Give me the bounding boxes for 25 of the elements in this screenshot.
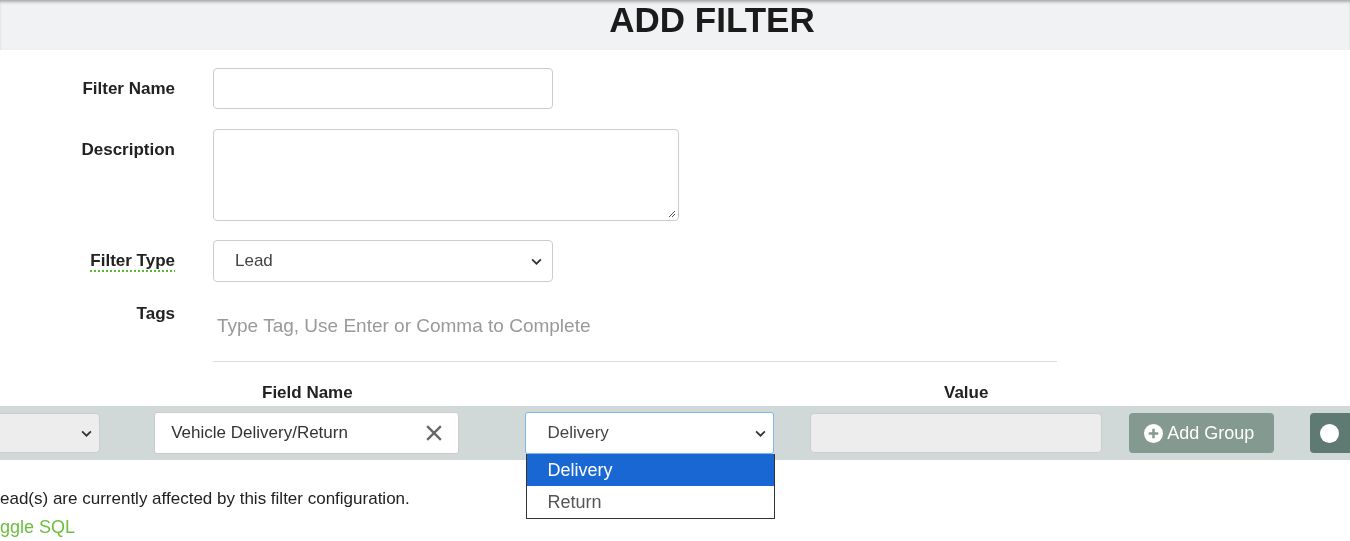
chevron-down-icon	[531, 257, 542, 265]
field-name-select[interactable]: Vehicle Delivery/Return	[154, 412, 460, 454]
column-header: Value	[944, 383, 989, 403]
dropdown-option[interactable]: Return	[527, 486, 775, 518]
page-title: ADD FILTER	[609, 0, 815, 41]
field-label: Tags	[136, 304, 175, 324]
field-label: Description	[81, 140, 175, 160]
resize-handle-icon[interactable]	[668, 210, 676, 218]
operator-select[interactable]: Delivery	[525, 412, 775, 454]
chevron-down-icon	[755, 429, 767, 437]
affected-count-text: ead(s) are currently affected by this filter configuration.	[0, 489, 410, 509]
plus-circle-icon	[1144, 423, 1164, 443]
filter-name-field[interactable]	[213, 68, 553, 109]
filter-type-select[interactable]: Lead	[213, 240, 553, 282]
group-select[interactable]	[0, 413, 101, 453]
value-field[interactable]	[810, 413, 1103, 453]
circle-icon	[1320, 423, 1339, 443]
clear-icon[interactable]	[426, 425, 443, 441]
chevron-down-icon	[81, 429, 93, 437]
field-label: Filter Name	[82, 79, 175, 99]
dropdown-option[interactable]: Delivery	[527, 454, 775, 486]
field-label: Filter Type	[90, 251, 175, 271]
description-field[interactable]	[213, 129, 679, 221]
action-button[interactable]	[1310, 413, 1350, 453]
column-header: Field Name	[262, 383, 353, 403]
